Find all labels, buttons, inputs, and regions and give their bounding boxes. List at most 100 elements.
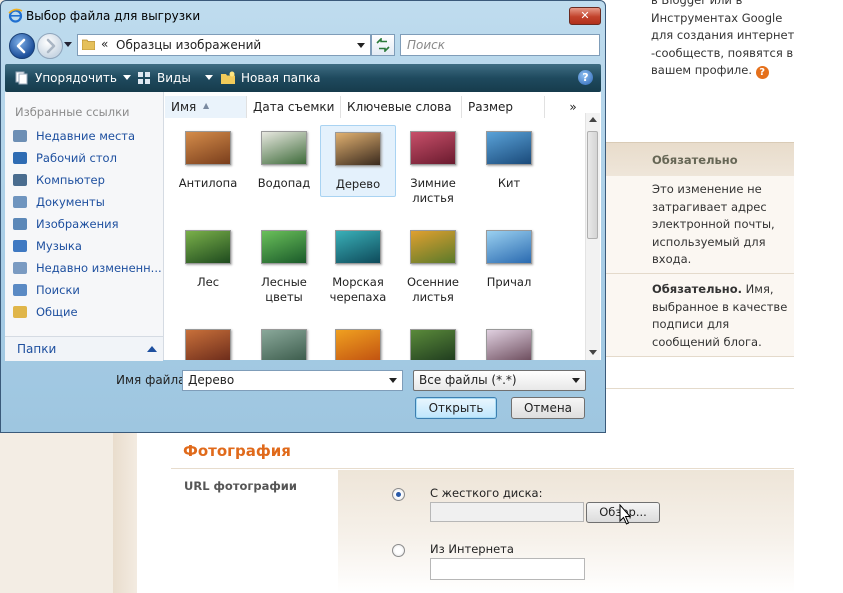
sidebar-item[interactable]: Изображения [13,214,119,234]
organize-button[interactable]: Упорядочить [15,71,131,85]
sidebar-item[interactable]: Музыка [13,236,82,256]
from-disk-radio[interactable] [392,488,405,501]
note-line: выбранное в качестве [652,299,788,314]
from-disk-label: С жесткого диска: [430,486,543,500]
file-item-label: Осенние листья [406,275,460,304]
sidebar-item[interactable]: Общие [13,302,78,322]
file-item[interactable]: Кит [471,125,547,203]
file-item[interactable]: Причал [471,224,547,302]
sidebar-item[interactable]: Недавно измененн... [13,258,162,278]
sidebar-item[interactable]: Документы [13,192,105,212]
arrow-left-icon [16,38,26,54]
file-item-label: Лесные цветы [261,275,307,304]
forward-button[interactable] [37,33,63,59]
sidebar-item[interactable]: Компьютер [13,170,105,190]
filename-value: Дерево [188,373,235,387]
file-item[interactable]: Осенние листья [395,224,471,304]
chevron-down-icon[interactable] [357,43,365,48]
file-item-label: Водопад [257,176,311,190]
image-thumbnail [410,329,456,360]
cancel-button[interactable]: Отмена [511,397,585,419]
file-item[interactable] [395,323,471,360]
file-item[interactable]: Водопад [246,125,322,203]
image-thumbnail [185,131,231,165]
folder-icon [82,39,95,50]
file-item[interactable] [471,323,547,360]
column-date-taken[interactable]: Дата съемки [247,96,341,118]
note-line: электронной почты, [652,217,775,231]
sidebar-item[interactable]: Поиски [13,280,80,300]
from-internet-label: Из Интернета [430,542,514,556]
file-item[interactable]: Морская черепаха [320,224,396,304]
name-note: Обязательно. Имя, выбранное в качестве п… [652,281,787,351]
file-item-label: Морская черепаха [329,275,387,304]
help-icon[interactable]: ? [755,66,769,79]
command-toolbar: Упорядочить Виды Новая папка ? [5,64,601,92]
navigation-pane: Избранные ссылки Недавние места Рабочий с… [5,92,164,361]
sidebar-item-label: Недавно измененн... [36,261,162,275]
image-thumbnail [335,132,381,166]
from-internet-radio[interactable] [392,544,405,557]
image-thumbnail [261,329,307,360]
chevron-down-icon[interactable] [572,378,580,383]
address-text: Образцы изображений [116,38,262,52]
open-button[interactable]: Открыть [415,397,497,419]
image-thumbnail [486,230,532,264]
divider [606,388,794,389]
close-button[interactable]: ✕ [569,7,601,25]
folders-toggle[interactable]: Папки [5,336,163,361]
file-item[interactable]: Дерево [320,125,396,197]
column-size[interactable]: Размер [462,96,545,118]
back-button[interactable] [9,33,35,59]
required-header: Обязательно [652,153,738,167]
chevron-down-icon[interactable] [389,378,397,383]
views-button[interactable]: Виды [137,71,213,85]
file-list: Антилопа Водопад Дерево Зимние листья Кит Лес… [165,118,582,360]
sidebar-item[interactable]: Недавние места [13,126,135,146]
refresh-button[interactable] [371,34,395,56]
section-divider [171,468,794,469]
scroll-thumb[interactable] [587,131,598,239]
column-tags[interactable]: Ключевые слова [341,96,462,118]
column-name[interactable]: Имя ▲ [165,96,247,118]
sidebar-item-label: Документы [36,195,105,209]
file-item[interactable] [170,323,246,360]
photo-url-input[interactable] [430,558,585,580]
file-item[interactable]: Зимние листья [395,125,471,205]
help-button[interactable]: ? [578,70,593,85]
filename-label: Имя файла: [116,373,190,387]
filetype-select[interactable]: Все файлы (*.*) [413,370,586,391]
file-item[interactable]: Лесные цветы [246,224,322,304]
new-folder-button[interactable]: Новая папка [221,71,320,85]
folders-label: Папки [17,342,57,356]
refresh-icon [376,37,390,53]
image-thumbnail [410,230,456,264]
file-item[interactable]: Антилопа [170,125,246,203]
file-item[interactable] [246,323,322,360]
file-path-input[interactable] [430,502,584,522]
note-line: затрагивает адрес [652,199,767,214]
note-line: сообщений блога. [652,334,762,349]
address-bar[interactable]: « Образцы изображений [77,34,371,56]
file-item-label: Причал [486,275,532,289]
breadcrumb-overflow[interactable]: « [101,37,108,51]
scroll-up-icon[interactable] [589,117,597,122]
filename-input[interactable]: Дерево [182,370,403,391]
mouse-cursor-icon [619,504,631,525]
vertical-scrollbar[interactable] [585,113,600,360]
search-box[interactable]: Поиск [400,34,600,56]
image-thumbnail [185,329,231,360]
photo-section-title: Фотография [183,442,291,460]
image-thumbnail [261,230,307,264]
documents-icon [13,196,27,208]
sidebar-item[interactable]: Рабочий стол [13,148,117,168]
image-thumbnail [486,131,532,165]
scroll-down-icon[interactable] [589,350,597,355]
file-item[interactable] [320,323,396,360]
search-input[interactable]: Поиск [407,38,445,52]
more-columns-button[interactable]: » [564,96,582,118]
image-thumbnail [261,131,307,165]
file-item[interactable]: Лес [170,224,246,302]
recent-pages-dropdown[interactable] [64,42,72,47]
new-folder-icon [221,71,235,84]
